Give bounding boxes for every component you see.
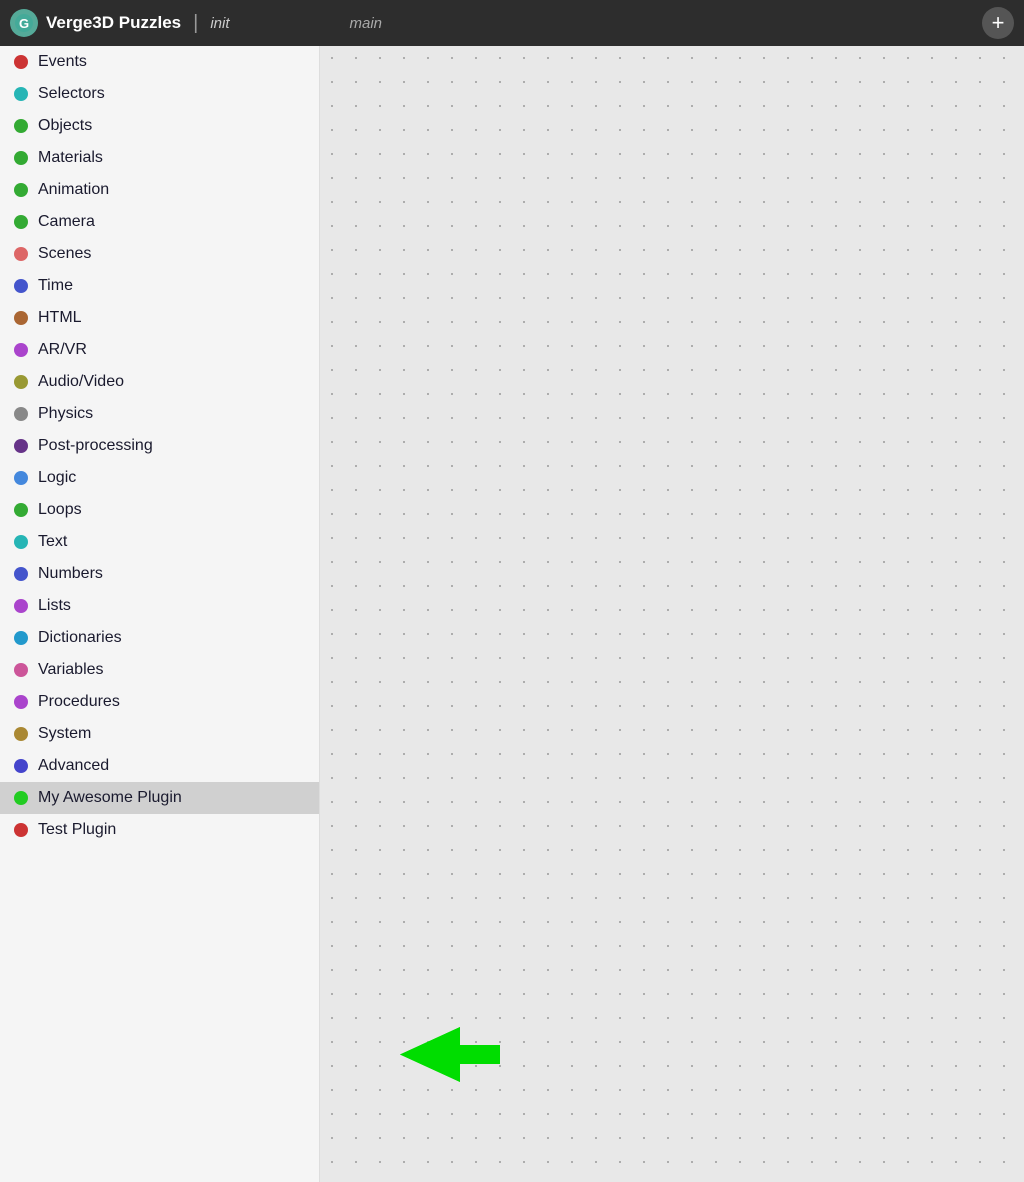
- sidebar-item-label: AR/VR: [38, 341, 87, 359]
- sidebar-item-label: Objects: [38, 117, 92, 135]
- sidebar-item-post-processing[interactable]: Post-processing: [0, 430, 319, 462]
- category-dot: [14, 663, 28, 677]
- category-dot: [14, 375, 28, 389]
- category-dot: [14, 503, 28, 517]
- sidebar-item-label: Scenes: [38, 245, 91, 263]
- category-dot: [14, 631, 28, 645]
- sidebar-item-label: Logic: [38, 469, 76, 487]
- sidebar-item-materials[interactable]: Materials: [0, 142, 319, 174]
- category-dot: [14, 55, 28, 69]
- app-header: G Verge3D Puzzles | init main +: [0, 0, 1024, 46]
- category-dot: [14, 151, 28, 165]
- sidebar-item-variables[interactable]: Variables: [0, 654, 319, 686]
- category-dot: [14, 727, 28, 741]
- sidebar-item-label: My Awesome Plugin: [38, 789, 182, 807]
- category-dot: [14, 471, 28, 485]
- sidebar-item-label: Variables: [38, 661, 104, 679]
- sidebar-item-time[interactable]: Time: [0, 270, 319, 302]
- arrow-indicator: [400, 1027, 500, 1082]
- sidebar: Events Selectors Objects Materials Animation…: [0, 46, 320, 1182]
- sidebar-item-label: Time: [38, 277, 73, 295]
- sidebar-item-label: Lists: [38, 597, 71, 615]
- tab-main[interactable]: main: [350, 15, 383, 32]
- category-dot: [14, 599, 28, 613]
- sidebar-item-animation[interactable]: Animation: [0, 174, 319, 206]
- category-dot: [14, 343, 28, 357]
- sidebar-item-loops[interactable]: Loops: [0, 494, 319, 526]
- canvas-area[interactable]: [320, 46, 1024, 1182]
- sidebar-item-events[interactable]: Events: [0, 46, 319, 78]
- sidebar-item-label: Loops: [38, 501, 82, 519]
- sidebar-item-label: System: [38, 725, 91, 743]
- category-dot: [14, 535, 28, 549]
- category-dot: [14, 279, 28, 293]
- sidebar-item-label: Test Plugin: [38, 821, 116, 839]
- main-layout: Events Selectors Objects Materials Animation…: [0, 46, 1024, 1182]
- sidebar-item-label: Selectors: [38, 85, 105, 103]
- sidebar-item-label: Post-processing: [38, 437, 153, 455]
- sidebar-item-selectors[interactable]: Selectors: [0, 78, 319, 110]
- sidebar-item-test-plugin[interactable]: Test Plugin: [0, 814, 319, 846]
- category-dot: [14, 183, 28, 197]
- sidebar-item-logic[interactable]: Logic: [0, 462, 319, 494]
- category-dot: [14, 567, 28, 581]
- app-title: Verge3D Puzzles: [46, 13, 181, 33]
- sidebar-item-label: Camera: [38, 213, 95, 231]
- category-dot: [14, 791, 28, 805]
- category-dot: [14, 247, 28, 261]
- sidebar-item-physics[interactable]: Physics: [0, 398, 319, 430]
- sidebar-item-dictionaries[interactable]: Dictionaries: [0, 622, 319, 654]
- category-dot: [14, 215, 28, 229]
- sidebar-item-numbers[interactable]: Numbers: [0, 558, 319, 590]
- category-dot: [14, 311, 28, 325]
- sidebar-item-label: Advanced: [38, 757, 109, 775]
- sidebar-item-label: Dictionaries: [38, 629, 122, 647]
- category-dot: [14, 695, 28, 709]
- sidebar-item-procedures[interactable]: Procedures: [0, 686, 319, 718]
- sidebar-item-ar-vr[interactable]: AR/VR: [0, 334, 319, 366]
- sidebar-item-label: Animation: [38, 181, 109, 199]
- category-dot: [14, 119, 28, 133]
- sidebar-item-label: Audio/Video: [38, 373, 124, 391]
- add-tab-button[interactable]: +: [982, 7, 1014, 39]
- category-dot: [14, 823, 28, 837]
- sidebar-item-objects[interactable]: Objects: [0, 110, 319, 142]
- sidebar-item-text[interactable]: Text: [0, 526, 319, 558]
- sidebar-item-my-awesome-plugin[interactable]: My Awesome Plugin: [0, 782, 319, 814]
- sidebar-item-label: Physics: [38, 405, 93, 423]
- sidebar-item-lists[interactable]: Lists: [0, 590, 319, 622]
- category-dot: [14, 439, 28, 453]
- sidebar-item-label: Numbers: [38, 565, 103, 583]
- category-dot: [14, 759, 28, 773]
- sidebar-item-label: HTML: [38, 309, 82, 327]
- sidebar-item-label: Procedures: [38, 693, 120, 711]
- tab-init[interactable]: init: [210, 15, 229, 32]
- sidebar-item-label: Events: [38, 53, 87, 71]
- sidebar-item-label: Materials: [38, 149, 103, 167]
- sidebar-item-audio-video[interactable]: Audio/Video: [0, 366, 319, 398]
- sidebar-item-camera[interactable]: Camera: [0, 206, 319, 238]
- category-dot: [14, 87, 28, 101]
- header-divider: |: [193, 12, 198, 35]
- category-dot: [14, 407, 28, 421]
- sidebar-item-advanced[interactable]: Advanced: [0, 750, 319, 782]
- sidebar-item-system[interactable]: System: [0, 718, 319, 750]
- svg-text:G: G: [19, 16, 29, 31]
- logo-icon: G: [10, 9, 38, 37]
- sidebar-item-label: Text: [38, 533, 67, 551]
- sidebar-item-scenes[interactable]: Scenes: [0, 238, 319, 270]
- sidebar-item-html[interactable]: HTML: [0, 302, 319, 334]
- app-logo: G Verge3D Puzzles: [10, 9, 181, 37]
